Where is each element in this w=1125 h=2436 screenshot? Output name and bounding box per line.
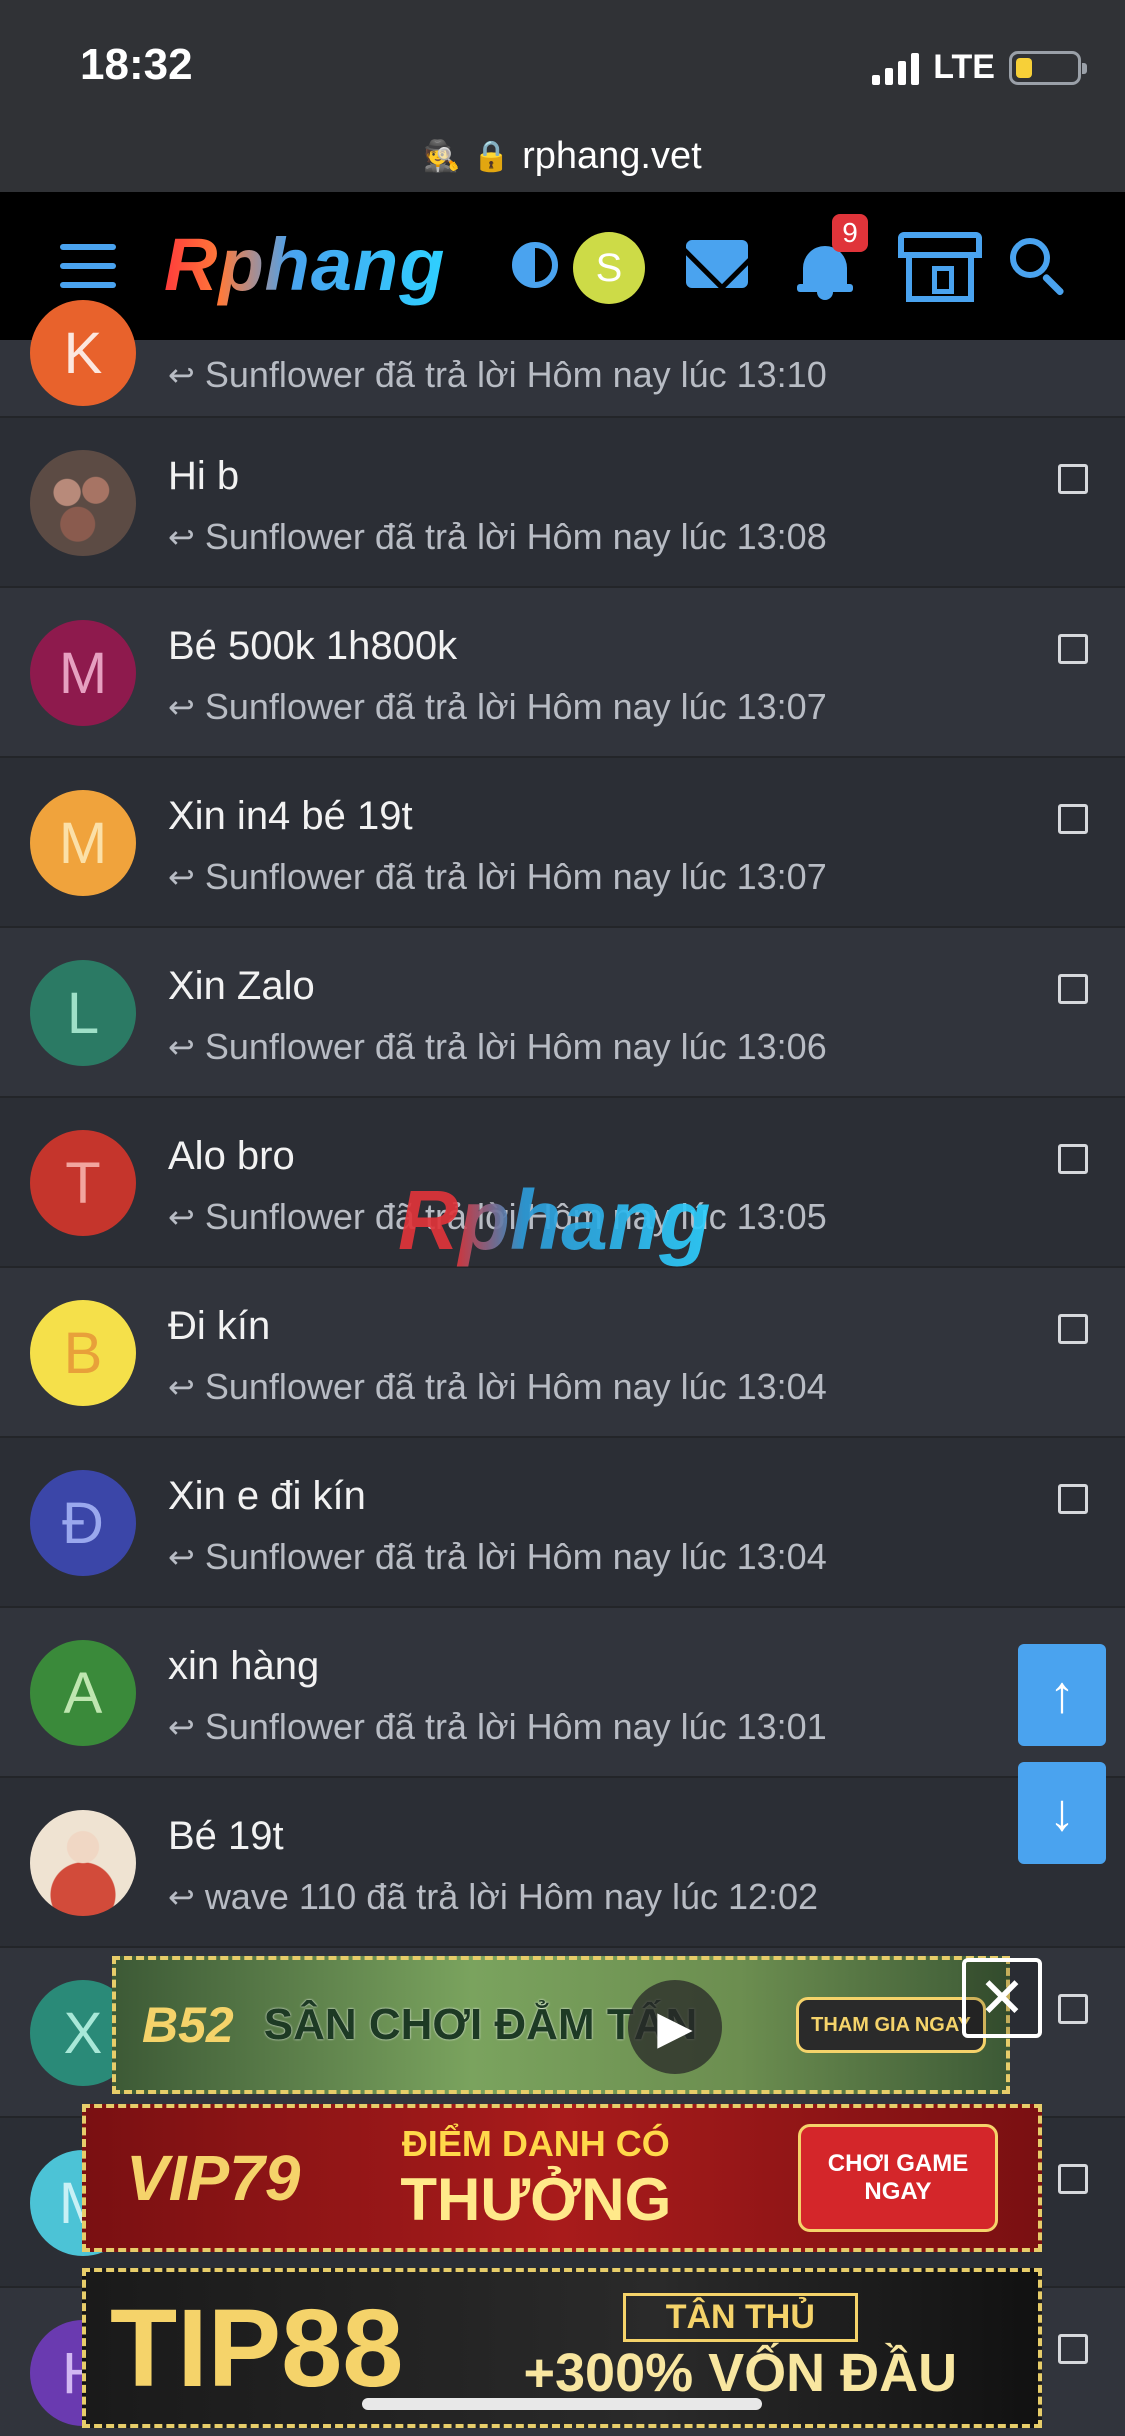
conversation-title[interactable]: Xin e đi kín	[168, 1474, 366, 1519]
reply-icon: ↩	[168, 1879, 195, 1915]
avatar	[30, 1810, 136, 1916]
network-type: LTE	[933, 48, 995, 86]
conversation-title[interactable]: Alo bro	[168, 1134, 295, 1179]
ad-headline: ĐIỂM DANH CÓ THƯỞNG	[400, 2122, 672, 2233]
avatar	[30, 450, 136, 556]
mail-icon[interactable]	[686, 240, 748, 288]
scroll-up-button[interactable]: ↑	[1018, 1644, 1106, 1746]
avatar: T	[30, 1130, 136, 1236]
status-bar: 18:32 LTE	[0, 0, 1125, 140]
conversation-meta: ↩ Sunflower đã trả lời Hôm nay lúc 13:10	[168, 354, 827, 395]
address-bar[interactable]: 🕵 🔒 rphang.vet	[0, 120, 1125, 192]
arrow-down-icon: ↓	[1049, 1784, 1075, 1842]
status-time: 18:32	[80, 40, 193, 89]
conversation-row[interactable]: M Bé 500k 1h800k ↩ Sunflower đã trả lời H…	[0, 588, 1125, 758]
lock-icon: 🔒	[472, 139, 511, 173]
ad-banner-b52[interactable]: B52 SÂN CHƠI ĐẲM TẤN THAM GIA NGAY ▶	[112, 1956, 1010, 2094]
ad-headline: TÂN THỦ +300% VỐN ĐẦU	[523, 2292, 957, 2404]
ad-cta-button[interactable]: CHƠI GAME NGAY	[798, 2124, 998, 2232]
conversation-title[interactable]: Hi b	[168, 454, 239, 499]
conversation-title[interactable]: Đi kín	[168, 1304, 270, 1349]
select-checkbox[interactable]	[1058, 2334, 1088, 2364]
conversation-row[interactable]: M Xin in4 bé 19t ↩ Sunflower đã trả lời H…	[0, 758, 1125, 928]
scroll-down-button[interactable]: ↓	[1018, 1762, 1106, 1864]
select-checkbox[interactable]	[1058, 804, 1088, 834]
close-icon: ✕	[978, 1966, 1026, 2029]
contrast-toggle-icon[interactable]	[512, 242, 558, 288]
select-checkbox[interactable]	[1058, 2164, 1088, 2194]
site-watermark: Rphang	[398, 1173, 711, 1267]
reply-icon: ↩	[168, 357, 195, 393]
reply-icon: ↩	[168, 519, 195, 555]
battery-icon	[1009, 50, 1087, 85]
conversation-row[interactable]: B Đi kín ↩ Sunflower đã trả lời Hôm nay l…	[0, 1268, 1125, 1438]
select-checkbox[interactable]	[1058, 1994, 1088, 2024]
signal-icon	[872, 51, 920, 85]
conversation-row[interactable]: K ↩ Sunflower đã trả lời Hôm nay lúc 13:1…	[0, 300, 1125, 418]
home-indicator	[362, 2398, 762, 2410]
reply-icon: ↩	[168, 1369, 195, 1405]
close-ad-button[interactable]: ✕	[962, 1958, 1042, 2038]
conversation-row[interactable]: Bé 19t ↩ wave 110 đã trả lời Hôm nay lúc …	[0, 1778, 1125, 1948]
ad-logo: B52	[142, 1997, 234, 2053]
avatar: M	[30, 620, 136, 726]
store-icon[interactable]	[898, 232, 982, 304]
conversation-title[interactable]: Bé 500k 1h800k	[168, 624, 457, 669]
ad-cta-button[interactable]: THAM GIA NGAY	[796, 1997, 986, 2053]
avatar: K	[30, 300, 136, 406]
ad-banner-vip79[interactable]: VIP79 ĐIỂM DANH CÓ THƯỞNG CHƠI GAME NGAY	[82, 2104, 1042, 2252]
conversation-meta: ↩ Sunflower đã trả lời Hôm nay lúc 13:04	[168, 1366, 827, 1407]
reply-icon: ↩	[168, 1709, 195, 1745]
reply-icon: ↩	[168, 859, 195, 895]
avatar: B	[30, 1300, 136, 1406]
conversation-meta: ↩ Sunflower đã trả lời Hôm nay lúc 13:04	[168, 1536, 827, 1577]
conversation-row[interactable]: Hi b ↩ Sunflower đã trả lời Hôm nay lúc 1…	[0, 418, 1125, 588]
page: 18:32 LTE 🕵 🔒 rphang.vet Rphang S 9 K ↩ …	[0, 0, 1125, 2436]
conversation-title[interactable]: Xin Zalo	[168, 964, 315, 1009]
avatar: Đ	[30, 1470, 136, 1576]
menu-icon[interactable]	[60, 244, 116, 288]
select-checkbox[interactable]	[1058, 974, 1088, 1004]
reply-icon: ↩	[168, 1029, 195, 1065]
select-checkbox[interactable]	[1058, 1144, 1088, 1174]
select-checkbox[interactable]	[1058, 1314, 1088, 1344]
select-checkbox[interactable]	[1058, 1484, 1088, 1514]
site-header: Rphang S 9	[0, 192, 1125, 340]
conversation-meta: ↩ Sunflower đã trả lời Hôm nay lúc 13:07	[168, 856, 827, 897]
incognito-icon: 🕵	[423, 139, 461, 173]
conversation-title[interactable]: Xin in4 bé 19t	[168, 794, 413, 839]
site-logo[interactable]: Rphang	[164, 222, 445, 307]
conversation-meta: ↩ Sunflower đã trả lời Hôm nay lúc 13:01	[168, 1706, 827, 1747]
conversation-row[interactable]: A xin hàng ↩ Sunflower đã trả lời Hôm nay…	[0, 1608, 1125, 1778]
select-checkbox[interactable]	[1058, 464, 1088, 494]
status-indicators: LTE	[872, 48, 1087, 87]
conversation-meta: ↩ wave 110 đã trả lời Hôm nay lúc 12:02	[168, 1876, 819, 1917]
select-checkbox[interactable]	[1058, 634, 1088, 664]
ad-logo: TIP88	[110, 2286, 404, 2410]
conversation-row[interactable]: Đ Xin e đi kín ↩ Sunflower đã trả lời Hôm…	[0, 1438, 1125, 1608]
reply-icon: ↩	[168, 689, 195, 725]
avatar: A	[30, 1640, 136, 1746]
conversation-title[interactable]: xin hàng	[168, 1644, 319, 1689]
avatar: L	[30, 960, 136, 1066]
conversation-row[interactable]: L Xin Zalo ↩ Sunflower đã trả lời Hôm nay…	[0, 928, 1125, 1098]
conversation-meta: ↩ Sunflower đã trả lời Hôm nay lúc 13:06	[168, 1026, 827, 1067]
avatar: M	[30, 790, 136, 896]
play-icon[interactable]: ▶	[628, 1980, 722, 2074]
url-text: rphang.vet	[522, 134, 702, 177]
reply-icon: ↩	[168, 1539, 195, 1575]
reply-icon: ↩	[168, 1199, 195, 1235]
notification-badge: 9	[832, 214, 868, 252]
arrow-up-icon: ↑	[1049, 1666, 1075, 1724]
ad-logo: VIP79	[126, 2142, 301, 2214]
search-icon[interactable]	[1010, 238, 1068, 297]
user-avatar[interactable]: S	[573, 232, 645, 304]
conversation-meta: ↩ Sunflower đã trả lời Hôm nay lúc 13:07	[168, 686, 827, 727]
conversation-meta: ↩ Sunflower đã trả lời Hôm nay lúc 13:08	[168, 516, 827, 557]
conversation-title[interactable]: Bé 19t	[168, 1814, 284, 1859]
